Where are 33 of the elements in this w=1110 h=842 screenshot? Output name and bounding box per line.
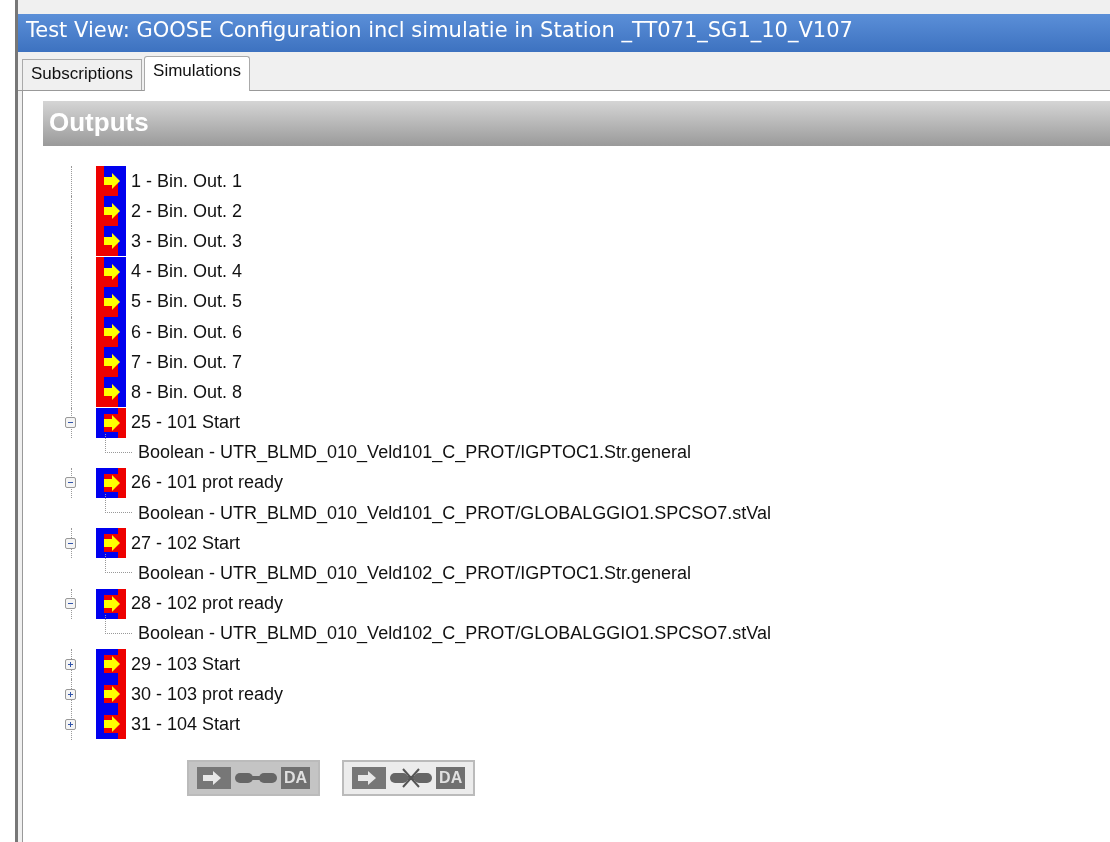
tree-item[interactable]: 5 - Bin. Out. 5 — [131, 291, 243, 313]
tree-item[interactable]: Boolean - UTR_BLMD_010_Veld102_C_PROT/IGPTOC1.Str.general — [138, 563, 691, 585]
broken-chain-icon — [388, 766, 435, 789]
tree-item[interactable]: 31 - 104 Start — [131, 713, 241, 735]
expand-toggle[interactable] — [65, 688, 76, 700]
unlink-button[interactable]: DA — [342, 759, 476, 796]
tree-item[interactable]: 2 - Bin. Out. 2 — [131, 200, 243, 222]
tree-item[interactable]: 28 - 102 prot ready — [131, 593, 284, 615]
tree-item[interactable]: 3 - Bin. Out. 3 — [131, 230, 243, 252]
tree-item[interactable]: 25 - 101 Start — [131, 412, 241, 434]
expand-toggle[interactable] — [65, 658, 76, 670]
link-button[interactable]: DA — [187, 759, 321, 796]
tree-item[interactable]: 8 - Bin. Out. 8 — [131, 381, 243, 403]
collapse-toggle[interactable] — [65, 477, 76, 489]
expand-toggle[interactable] — [65, 718, 76, 730]
tree-item[interactable]: 29 - 103 Start — [131, 653, 241, 675]
tree-item[interactable]: 7 - Bin. Out. 7 — [131, 351, 243, 373]
tab[interactable]: Subscriptions — [22, 59, 143, 90]
window-title: Test View: GOOSE Configuration incl simulatie in Station _TT071_SG1_10_V107 — [18, 14, 1110, 52]
tree-item[interactable]: Boolean - UTR_BLMD_010_Veld102_C_PROT/GLOBALGGIO1.SPCSO7.stVal — [138, 623, 771, 645]
section-header: Outputs — [43, 101, 1110, 146]
tab[interactable]: Simulations — [144, 56, 250, 91]
collapse-toggle[interactable] — [65, 537, 76, 549]
tree-item[interactable]: 1 - Bin. Out. 1 — [131, 170, 243, 192]
tree-item[interactable]: 6 - Bin. Out. 6 — [131, 321, 243, 343]
tree-item[interactable]: 30 - 103 prot ready — [131, 683, 284, 705]
collapse-toggle[interactable] — [65, 598, 76, 610]
tree-item[interactable]: 4 - Bin. Out. 4 — [131, 261, 243, 283]
tree-item[interactable]: 26 - 101 prot ready — [131, 472, 284, 494]
tree-item[interactable]: Boolean - UTR_BLMD_010_Veld101_C_PROT/IGPTOC1.Str.general — [138, 442, 691, 464]
tree-item[interactable]: 27 - 102 Start — [131, 532, 241, 554]
collapse-toggle[interactable] — [65, 417, 76, 429]
tree-item[interactable]: Boolean - UTR_BLMD_010_Veld101_C_PROT/GLOBALGGIO1.SPCSO7.stVal — [138, 502, 771, 524]
